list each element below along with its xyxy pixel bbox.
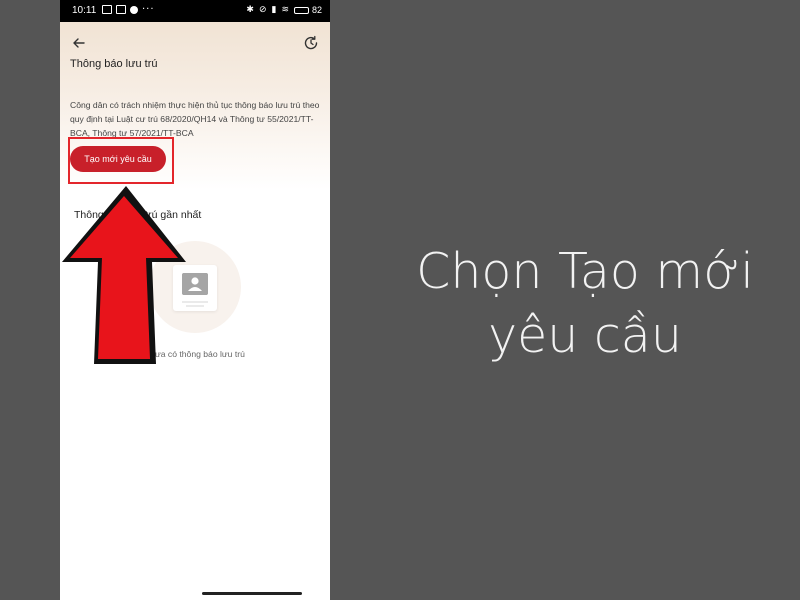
home-indicator[interactable] [202,592,302,595]
page-title: Thông báo lưu trú [70,58,158,70]
phone-screen: 10:11 ··· ✱ ⊘ ▮ ≋ 82 Thông báo lưu trú C… [60,0,330,600]
empty-state-text: Chưa có thông báo lưu trú [144,349,245,359]
caption-line-2: yêu cầu [488,307,682,364]
chat-icon [130,5,138,14]
mute-icon: ⊘ [258,5,267,15]
message-icon [102,5,112,14]
recent-section-title: Thông báo lưu trú gần nhất [74,209,202,221]
battery-indicator: 82 [293,5,322,15]
mail-icon [116,5,126,14]
status-bar: 10:11 ··· ✱ ⊘ ▮ ≋ 82 [60,0,330,22]
more-notifications-icon: ··· [142,3,155,15]
bluetooth-icon: ✱ [246,5,254,15]
signal-icon: ▮ [271,5,277,15]
status-time: 10:11 [72,5,97,16]
document-line [182,301,208,303]
notification-icons: ··· [102,3,155,15]
avatar-icon [182,273,208,295]
wifi-icon: ≋ [281,5,289,15]
battery-icon [293,6,309,14]
document-line [186,305,204,307]
highlight-box [68,137,174,184]
system-icons: ✱ ⊘ ▮ ≋ 82 [246,5,322,15]
description-text: Công dân có trách nhiệm thực hiện thủ tụ… [70,100,320,138]
battery-text: 82 [311,5,322,15]
back-arrow-icon[interactable] [70,34,88,52]
caption-line-1: Chọn Tạo mới [416,243,754,300]
instruction-caption: Chọn Tạo mới yêu cầu [350,240,800,368]
history-icon[interactable] [302,34,320,52]
